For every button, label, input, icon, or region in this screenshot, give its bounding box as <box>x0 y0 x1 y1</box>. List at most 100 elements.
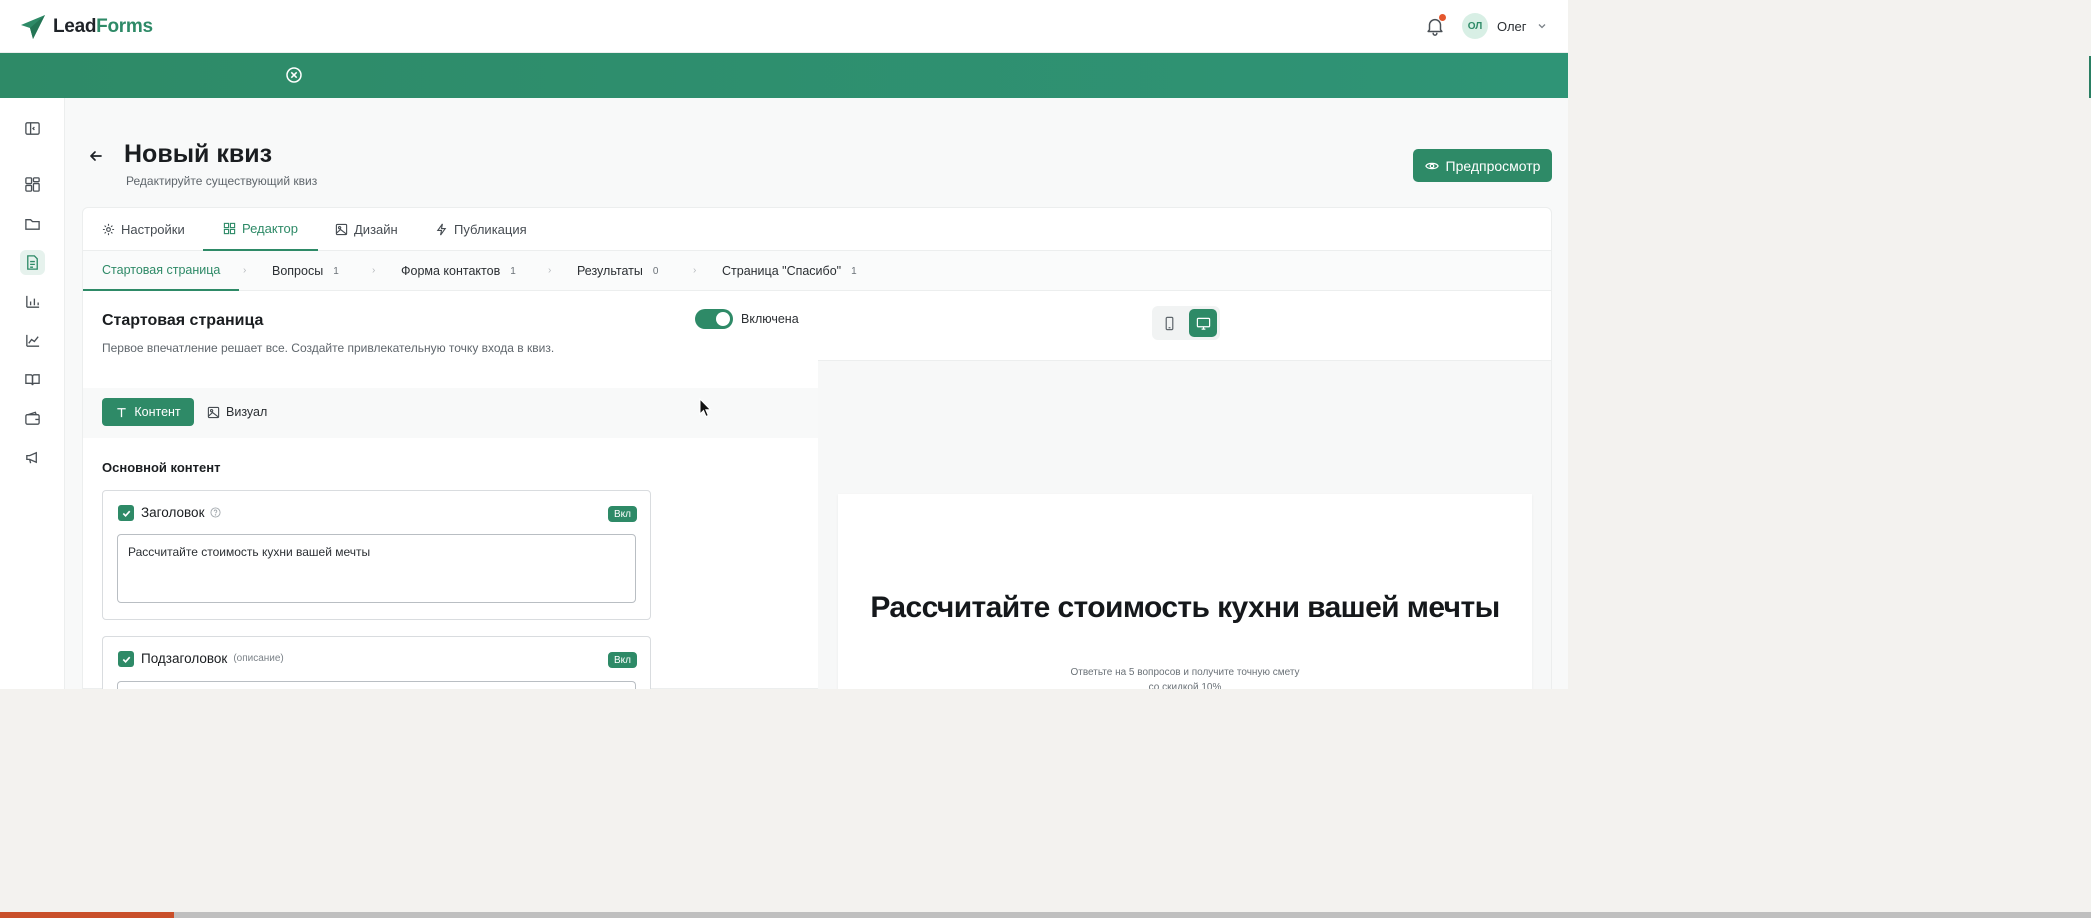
preview-pane: Рассчитайте стоимость кухни вашей мечты … <box>818 291 1551 689</box>
section-description: Первое впечатление решает все. Создайте … <box>102 341 555 355</box>
editor-card: Настройки Редактор Дизайн Публикация Ста… <box>82 207 1552 689</box>
main-content-heading: Основной контент <box>102 460 221 475</box>
paper-plane-logo-icon <box>21 15 45 39</box>
folder-icon <box>25 219 40 230</box>
grid-icon <box>223 222 236 235</box>
sidebar-item-analytics[interactable] <box>20 328 45 353</box>
title-status-badge: Вкл <box>608 506 637 522</box>
main-tabs: Настройки Редактор Дизайн Публикация <box>83 208 1551 251</box>
logo-text: LeadForms <box>53 16 153 37</box>
step-separator: › <box>693 265 697 276</box>
section-title: Стартовая страница <box>102 312 264 329</box>
step-label: Стартовая страница <box>102 263 221 277</box>
step-label: Форма контактов <box>401 264 501 278</box>
desktop-view-button[interactable] <box>1189 309 1217 337</box>
tab-editor[interactable]: Редактор <box>203 208 318 251</box>
step-label: Результаты <box>577 264 643 278</box>
step-separator: › <box>372 265 376 276</box>
step-questions[interactable]: Вопросы 1 <box>272 251 339 291</box>
step-thank-you[interactable]: Страница "Спасибо" 1 <box>722 251 857 291</box>
tab-publish[interactable]: Публикация <box>435 208 527 251</box>
step-separator: › <box>548 265 552 276</box>
app-window: LeadForms ОЛ Олег Новый квиз Редактируйт… <box>0 0 1568 689</box>
back-arrow-icon[interactable] <box>86 146 106 166</box>
tab-design-label: Дизайн <box>354 222 398 237</box>
step-count: 1 <box>333 265 339 277</box>
sidebar-item-dashboard[interactable] <box>20 172 45 197</box>
text-t-icon <box>117 407 127 417</box>
user-menu[interactable]: ОЛ Олег <box>1462 13 1548 39</box>
tab-settings[interactable]: Настройки <box>102 208 185 251</box>
mouse-cursor-icon <box>699 398 712 418</box>
step-label: Страница "Спасибо" <box>722 264 842 278</box>
toggle-label: Включена <box>741 312 799 326</box>
tab-design[interactable]: Дизайн <box>335 208 398 251</box>
start-page-toggle[interactable] <box>695 309 733 329</box>
sidebar-item-wallet[interactable] <box>20 406 45 431</box>
step-count: 1 <box>510 265 516 277</box>
step-label: Вопросы <box>272 264 324 278</box>
mobile-view-button[interactable] <box>1155 309 1183 337</box>
gear-icon <box>102 223 115 236</box>
step-start-page[interactable]: Стартовая страница <box>83 251 240 291</box>
chevron-down-icon <box>1538 24 1545 29</box>
quiz-preview: Рассчитайте стоимость кухни вашей мечты … <box>838 494 1532 689</box>
tab-editor-label: Редактор <box>242 221 298 236</box>
bolt-icon <box>436 223 447 236</box>
preview-subtitle: Ответьте на 5 вопросов и получите точную… <box>1070 667 1300 689</box>
bar-chart-icon <box>26 295 40 308</box>
logo[interactable]: LeadForms <box>19 13 153 41</box>
subtitle-textarea[interactable] <box>117 681 636 689</box>
preview-button[interactable]: Предпросмотр <box>1413 149 1552 182</box>
subtitle-hint: (описание) <box>233 653 284 664</box>
user-name: Олег <box>1497 18 1527 34</box>
avatar: ОЛ <box>1462 13 1488 39</box>
title-field-label: Заголовок <box>141 505 222 520</box>
check-icon <box>122 510 130 517</box>
mobile-phone-icon <box>1165 316 1173 330</box>
step-results[interactable]: Результаты 0 <box>577 251 658 291</box>
subtitle-checkbox[interactable] <box>118 651 134 667</box>
sidebar-item-stats[interactable] <box>20 289 45 314</box>
preview-title: Рассчитайте стоимость кухни вашей мечты <box>870 591 1500 624</box>
step-count: 0 <box>652 265 659 277</box>
sidebar-panel-icon <box>25 122 40 135</box>
dashboard-grid-icon <box>25 177 40 192</box>
eye-icon <box>1424 162 1439 169</box>
sidebar-item-guides[interactable] <box>20 367 45 392</box>
title-checkbox[interactable] <box>118 505 134 521</box>
title-field-card: Заголовок Вкл Рассчитайте стоимость кухн… <box>102 490 651 620</box>
sidebar-item-folders[interactable] <box>20 211 45 236</box>
page-title: Новый квиз <box>124 140 273 168</box>
megaphone-icon <box>26 451 37 464</box>
step-tabs: Стартовая страница › Вопросы 1 › Форма к… <box>83 251 1551 291</box>
wallet-icon <box>25 411 40 425</box>
notification-dot <box>1439 14 1446 21</box>
top-header: LeadForms ОЛ Олег <box>0 0 1568 53</box>
bottom-progress <box>0 912 174 918</box>
book-icon <box>25 374 40 386</box>
desktop-monitor-icon <box>1196 317 1210 330</box>
line-chart-icon <box>26 334 40 347</box>
page-subtitle: Редактируйте существующий квиз <box>126 174 318 188</box>
close-circle-icon[interactable] <box>285 66 303 84</box>
check-icon <box>122 656 130 663</box>
content-tab-label: Контент <box>134 405 181 419</box>
bottom-bar <box>0 912 2091 918</box>
help-circle-icon[interactable] <box>210 507 222 518</box>
sidebar-item-quizzes[interactable] <box>20 250 45 275</box>
title-textarea[interactable]: Рассчитайте стоимость кухни вашей мечты <box>117 534 636 603</box>
image-icon <box>207 406 220 418</box>
step-contact-form[interactable]: Форма контактов 1 <box>401 251 516 291</box>
step-separator: › <box>243 265 247 276</box>
promo-banner <box>0 53 1568 98</box>
device-switcher <box>1152 306 1220 340</box>
visual-tab-button[interactable]: Визуал <box>207 398 267 426</box>
sidebar-item-promo[interactable] <box>20 445 45 470</box>
subtitle-field-card: Подзаголовок (описание) Вкл <box>102 636 651 689</box>
sidebar-toggle-button[interactable] <box>20 116 45 141</box>
preview-button-label: Предпросмотр <box>1445 157 1541 174</box>
preview-toolbar <box>818 291 1551 361</box>
visual-tab-label: Визуал <box>226 405 268 419</box>
content-tab-button[interactable]: Контент <box>102 398 194 426</box>
